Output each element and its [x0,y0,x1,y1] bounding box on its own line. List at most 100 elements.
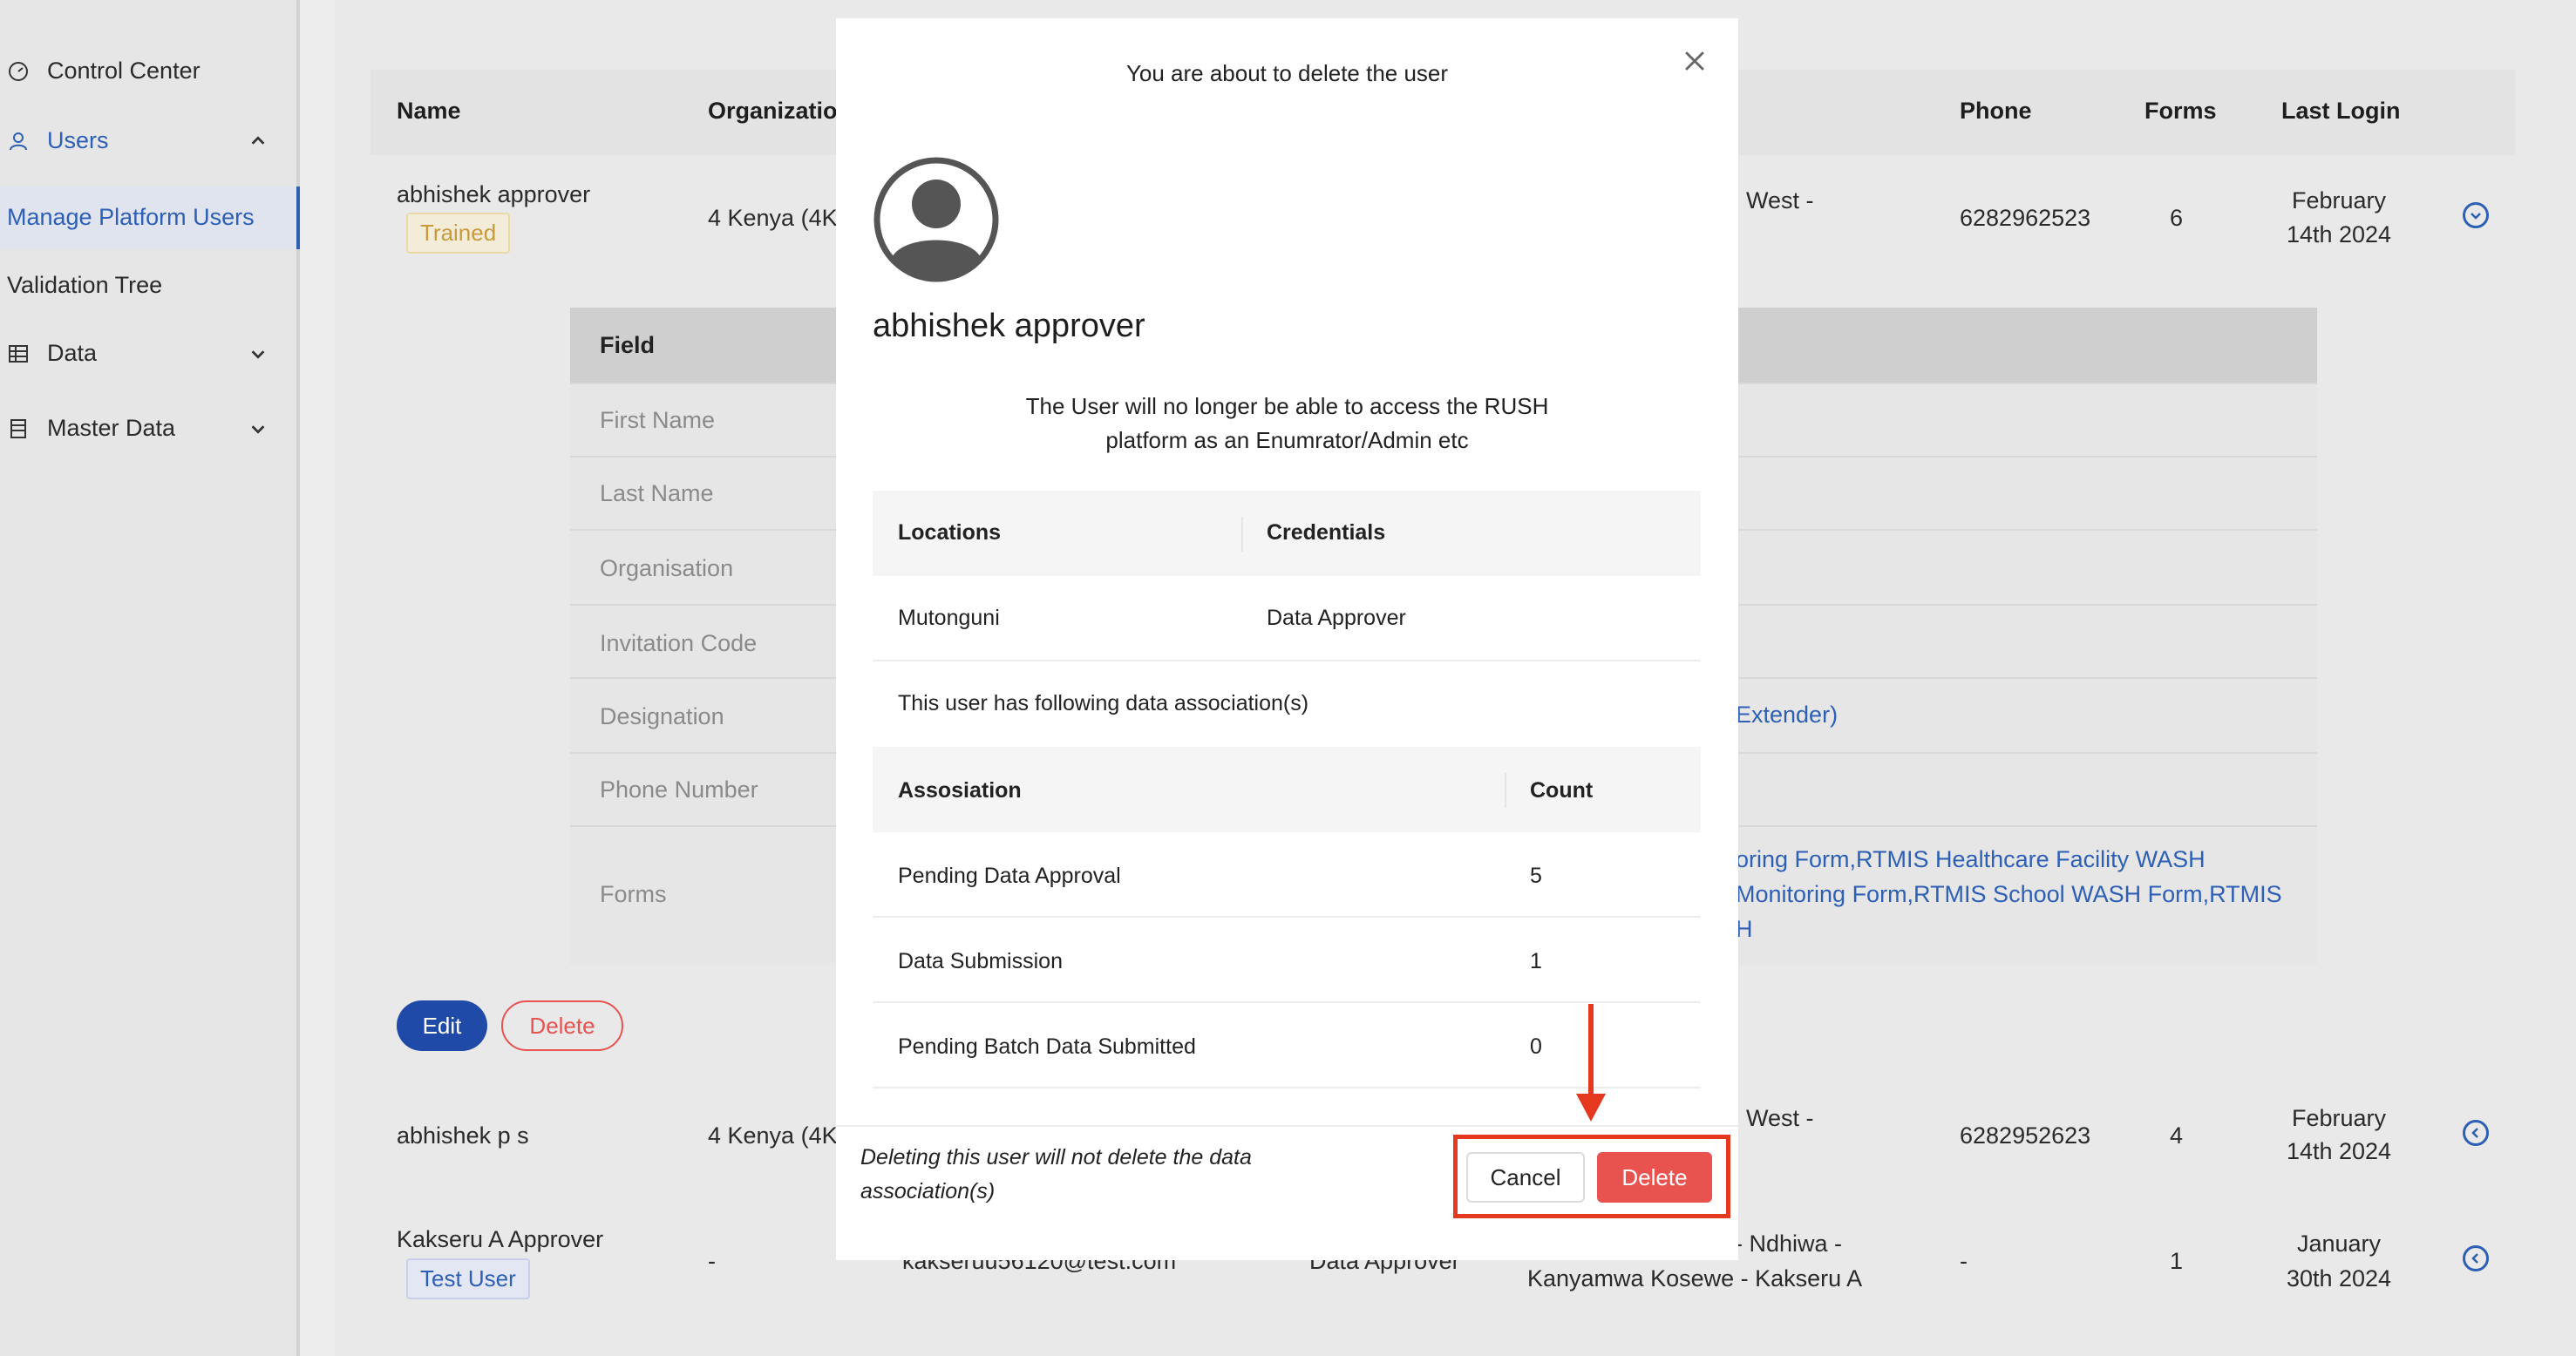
user-last-login: 14th 2024 [2286,221,2392,247]
association-row: Data Submission 1 [873,918,1701,1003]
field-label: First Name [600,407,716,433]
column-header-count: Count [1530,778,1594,803]
close-button[interactable] [1680,46,1709,76]
user-name: abhishek p s [397,1122,529,1149]
credential-value: Data Approver [1267,606,1406,630]
locations-table-header: Locations Credentials [873,491,1701,576]
expand-row-button[interactable] [2463,202,2489,228]
field-label: Designation [600,703,724,729]
avatar [873,157,999,282]
sidebar-item-data[interactable]: Data [0,340,265,367]
user-organization: 4 Kenya (4K [708,205,838,231]
user-avatar-icon [873,157,999,282]
association-name: Pending Batch Data Submitted [898,1034,1196,1059]
edit-button[interactable]: Edit [397,1000,487,1051]
forms-value[interactable]: oring Form,RTMIS Healthcare Facility WAS… [1736,846,2206,873]
field-label: Last Name [600,480,714,506]
sidebar-item-label: Manage Platform Users [7,204,255,230]
user-last-login: February [2291,1105,2387,1131]
association-row: Pending Data Approval 5 [873,832,1701,918]
field-label: Invitation Code [600,630,758,656]
sidebar-item-label: Master Data [47,415,176,441]
chevron-down-icon [251,349,265,359]
modal-title: You are about to delete the user [1125,60,1449,86]
close-icon [1685,51,1704,71]
user-name: Kakseru A Approver [397,1226,604,1252]
user-forms-count: 4 [2170,1122,2184,1149]
user-location: West - [1746,187,1814,214]
sidebar-item-manage-platform-users[interactable]: Manage Platform Users [0,186,300,249]
database-icon [5,416,31,442]
locations-table-row: Mutonguni Data Approver [873,576,1701,661]
column-header-credentials: Credentials [1267,520,1386,545]
expand-row-button[interactable] [2463,1245,2489,1271]
association-count: 5 [1530,864,1542,888]
user-name: abhishek approver [397,181,591,207]
forms-value[interactable]: Monitoring Form,RTMIS School WASH Form,R… [1736,881,2282,908]
footer-note: Deleting this user will not delete the d… [860,1145,1252,1170]
sidebar-item-label: Users [47,127,109,153]
column-header-locations: Locations [898,520,1002,545]
association-row: Pending Batch Data Submitted 0 [873,1003,1701,1088]
annotation-arrow-head-icon [1576,1094,1606,1122]
designation-value: Extender) [1736,702,1839,728]
field-label: Organisation [600,555,734,581]
field-label: Phone Number [600,776,758,803]
annotation-highlight-box [1453,1135,1730,1218]
delete-user-modal: You are about to delete the user abhishe… [836,18,1738,1260]
table-icon [5,341,31,367]
user-forms-count: 1 [2170,1248,2184,1274]
sidebar-item-label: Validation Tree [7,272,163,298]
associations-table-header: Assosiation Count [873,747,1701,832]
association-name: Pending Data Approval [898,864,1121,888]
user-phone: - [1960,1248,1968,1274]
chevron-down-icon [251,424,265,434]
user-last-login: January [2296,1231,2382,1257]
user-icon [5,128,31,154]
footer-note: association(s) [860,1179,996,1203]
chevron-left-icon [2471,1253,2478,1264]
annotation-arrow-shaft [1588,1004,1594,1098]
user-last-login: February [2291,187,2387,214]
sidebar-item-label: Control Center [47,58,201,84]
dashboard-icon [5,58,31,85]
association-count: 0 [1530,1034,1542,1059]
sidebar-item-validation-tree[interactable]: Validation Tree [7,272,162,299]
user-forms-count: 6 [2170,205,2184,231]
field-label: Forms [600,881,667,907]
user-phone: 6282952623 [1960,1122,2091,1149]
chevron-down-icon [2471,213,2481,220]
association-count: 1 [1530,949,1542,973]
expand-row-button[interactable] [2463,1120,2489,1146]
user-location: West - [1746,1105,1814,1131]
user-last-login: 30th 2024 [2286,1265,2392,1292]
column-header-name: Name [397,98,461,124]
sidebar-item-users[interactable]: Users [0,127,265,154]
association-name: Data Submission [898,949,1063,973]
user-location: - Ndhiwa - [1735,1231,1843,1257]
column-header-phone: Phone [1960,98,2032,124]
sidebar-item-label: Data [47,340,98,366]
status-badge: Test User [406,1258,530,1299]
modal-user-name: abhishek approver [873,308,1145,344]
sidebar-item-master-data[interactable]: Master Data [0,415,265,442]
warning-text: platform as an Enumrator/Admin etc [1105,427,1469,453]
user-location: Kanyamwa Kosewe - Kakseru A [1527,1265,1863,1292]
sidebar: Control Center Users Manage Platform Use… [0,0,300,1356]
delete-user-button[interactable]: Delete [501,1000,623,1051]
column-header-organization: Organizatio [708,98,838,124]
detail-header-field: Field [600,332,656,358]
column-header-last-login: Last Login [2281,98,2401,124]
warning-text: The User will no longer be able to acces… [1025,393,1549,419]
column-header-association: Assosiation [898,778,1022,803]
modal-footer-divider [836,1125,1738,1127]
chevron-up-icon [251,135,265,145]
user-organization: 4 Kenya (4K [708,1122,838,1149]
chevron-left-icon [2471,1128,2478,1138]
association-intro: This user has following data association… [898,691,1309,715]
column-header-forms: Forms [2144,98,2217,124]
location-value: Mutonguni [898,606,1000,630]
sidebar-item-control-center[interactable]: Control Center [0,58,201,85]
user-phone: 6282962523 [1960,205,2091,231]
user-organization: - [708,1248,716,1274]
